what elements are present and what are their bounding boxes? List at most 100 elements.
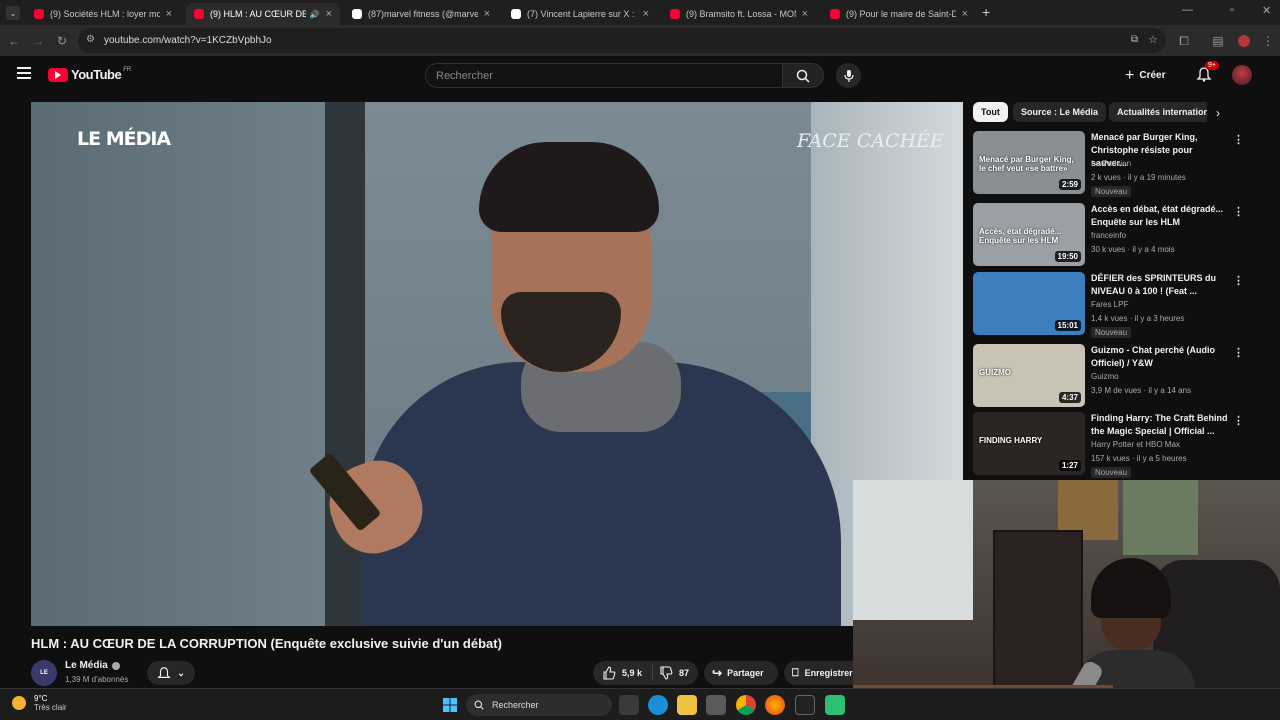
more-options-icon[interactable]: ⋮ <box>1233 414 1244 427</box>
video-title: HLM : AU CŒUR DE LA CORRUPTION (Enquête … <box>31 636 502 651</box>
chevron-down-icon: ⌄ <box>177 667 185 678</box>
recommendation-channel[interactable]: Harry Potter et HBO Max <box>1091 440 1180 449</box>
recommendation-channel[interactable]: Guizmo <box>1091 372 1119 381</box>
recommendation-card[interactable]: GUIZMO 4:37 Guizmo - Chat perché (Audio Of… <box>973 344 1253 408</box>
hamburger-menu-icon[interactable] <box>17 67 31 79</box>
search-input[interactable]: Rechercher <box>425 63 783 88</box>
firefox-icon[interactable] <box>765 695 785 715</box>
tab-close-icon[interactable]: × <box>643 8 649 20</box>
recommendation-title[interactable]: Guizmo - Chat perché (Audio Officiel) / … <box>1091 344 1231 370</box>
like-dislike-group: 5,9 k 87 <box>593 661 698 685</box>
thumbnail-text: Menacé par Burger King, le chef veut «se… <box>979 155 1074 173</box>
browser-tab[interactable]: (87)marvel fitness (@marvel.fit)... × <box>344 3 498 25</box>
video-thumbnail[interactable]: FINDING HARRY 1:27 <box>973 412 1085 475</box>
tab-title: (7) Vincent Lapierre sur X : "Il a... <box>527 9 637 19</box>
recommendation-channel[interactable]: Fares LPF <box>1091 300 1128 309</box>
tab-close-icon[interactable]: × <box>962 8 968 20</box>
new-badge: Nouveau <box>1091 327 1132 338</box>
youtube-logo[interactable]: YouTube FR <box>48 67 131 82</box>
capcut-icon[interactable] <box>795 695 815 715</box>
browser-tab[interactable]: (9) HLM : AU CŒUR DE LA C... 🔊 × <box>186 3 340 25</box>
channel-avatar[interactable]: LE <box>31 660 57 686</box>
like-button[interactable]: 5,9 k <box>593 665 653 681</box>
tab-search-dropdown[interactable]: ⌄ <box>6 6 20 20</box>
video-player[interactable]: LE MÉDIA FACE CACHÉE <box>31 102 963 626</box>
more-options-icon[interactable]: ⋮ <box>1233 133 1244 146</box>
sidebar-icon[interactable]: ▤ <box>1210 33 1226 49</box>
tab-close-icon[interactable]: × <box>802 8 808 20</box>
new-tab-button[interactable]: + <box>982 4 990 20</box>
site-info-icon[interactable]: ⚙ <box>86 34 95 45</box>
chips-next-icon[interactable]: › <box>1216 106 1220 120</box>
back-icon[interactable]: ← <box>6 33 22 49</box>
recommendation-channel[interactable]: franceinfo <box>1091 231 1126 240</box>
chip-source[interactable]: Source : Le Média <box>1013 102 1107 122</box>
channel-name-row[interactable]: Le Média <box>65 660 120 671</box>
save-button[interactable]: ⎕ Enregistrer <box>784 661 854 685</box>
video-thumbnail[interactable]: Accès, état dégradé... Enquête sur les H… <box>973 203 1085 266</box>
recommendation-channel[interactable]: Le Parisien <box>1091 159 1131 168</box>
more-options-icon[interactable]: ⋮ <box>1233 205 1244 218</box>
weather-widget[interactable]: 9°C Très clair <box>12 694 67 712</box>
webcam-window <box>853 480 973 620</box>
tab-close-icon[interactable]: × <box>484 8 490 20</box>
windows-start-icon[interactable] <box>440 695 460 715</box>
tab-audio-icon[interactable]: 🔊 <box>310 10 320 19</box>
install-app-icon[interactable]: ⧉ <box>1131 34 1138 45</box>
recommendation-card[interactable]: Menacé par Burger King, le chef veut «se… <box>973 131 1253 197</box>
close-window-button[interactable]: ✕ <box>1262 4 1271 17</box>
tab-close-icon[interactable]: × <box>326 8 332 20</box>
search-icon <box>796 69 810 83</box>
recommendation-title[interactable]: DÉFIER des SPRINTEURS du NIVEAU 0 à 100 … <box>1091 272 1231 298</box>
weather-temp: 9°C <box>34 694 48 703</box>
tab-close-icon[interactable]: × <box>166 8 172 20</box>
recommendation-card[interactable]: Accès, état dégradé... Enquête sur les H… <box>973 203 1253 267</box>
restore-window-button[interactable]: ▫ <box>1230 4 1234 16</box>
recommendation-card[interactable]: 15:01 DÉFIER des SPRINTEURS du NIVEAU 0 à… <box>973 272 1253 338</box>
save-label: Enregistrer <box>804 668 853 678</box>
video-thumbnail[interactable]: GUIZMO 4:37 <box>973 344 1085 407</box>
search-button[interactable] <box>782 63 824 88</box>
channel-name[interactable]: Le Média <box>65 660 108 671</box>
microphone-icon <box>843 69 854 82</box>
recommendation-card[interactable]: FINDING HARRY 1:27 Finding Harry: The Craf… <box>973 412 1253 478</box>
chip-all[interactable]: Tout <box>973 102 1008 122</box>
video-thumbnail[interactable]: Menacé par Burger King, le chef veut «se… <box>973 131 1085 194</box>
reload-icon[interactable]: ↻ <box>54 33 70 49</box>
taskbar-search[interactable]: Rechercher <box>466 694 612 716</box>
edge-icon[interactable] <box>648 695 668 715</box>
create-button[interactable]: + Créer <box>1125 63 1165 88</box>
video-thumbnail[interactable]: 15:01 <box>973 272 1085 335</box>
voice-search-button[interactable] <box>836 63 861 88</box>
recommendation-title[interactable]: Finding Harry: The Craft Behind the Magi… <box>1091 412 1231 438</box>
like-count: 5,9 k <box>622 668 643 678</box>
extensions-icon[interactable]: ⧠ <box>1176 33 1192 49</box>
task-view-icon[interactable] <box>619 695 639 715</box>
subscription-bell-button[interactable]: ⌄ <box>147 661 195 685</box>
browser-tab[interactable]: (7) Vincent Lapierre sur X : "Il a... × <box>503 3 657 25</box>
browser-tab[interactable]: (9) Bramsito ft. Lossa - MONÉG... × <box>662 3 816 25</box>
file-explorer-icon[interactable] <box>677 695 697 715</box>
forward-icon[interactable]: → <box>30 33 46 49</box>
weather-desc: Très clair <box>34 703 67 712</box>
address-bar[interactable]: ⚙ youtube.com/watch?v=1KCZbVpbhJo ⧉ ☆ <box>78 28 1166 53</box>
browser-tab[interactable]: (9) Pour le maire de Saint-Deni... × <box>822 3 976 25</box>
youtube-play-icon <box>48 67 68 82</box>
more-options-icon[interactable]: ⋮ <box>1233 274 1244 287</box>
browser-tab[interactable]: (9) Sociétés HLM : loyer modér... × <box>26 3 180 25</box>
dislike-button[interactable]: 87 <box>653 666 689 680</box>
minimize-window-button[interactable]: — <box>1182 4 1193 16</box>
notifications-button[interactable]: 9+ <box>1196 61 1219 84</box>
app-icon[interactable] <box>825 695 845 715</box>
store-icon[interactable] <box>706 695 726 715</box>
more-options-icon[interactable]: ⋮ <box>1233 346 1244 359</box>
thumbs-up-icon <box>603 666 616 680</box>
account-avatar[interactable] <box>1232 65 1252 85</box>
chrome-icon[interactable] <box>736 695 756 715</box>
bookmark-star-icon[interactable]: ☆ <box>1148 33 1158 46</box>
chip-international-news[interactable]: Actualités internationales <box>1109 102 1207 122</box>
profile-icon[interactable] <box>1236 33 1252 49</box>
share-button[interactable]: ↪ Partager <box>704 661 778 685</box>
recommendation-title[interactable]: Accès en débat, état dégradé... Enquête … <box>1091 203 1231 229</box>
browser-menu-icon[interactable]: ⋮ <box>1260 33 1276 49</box>
